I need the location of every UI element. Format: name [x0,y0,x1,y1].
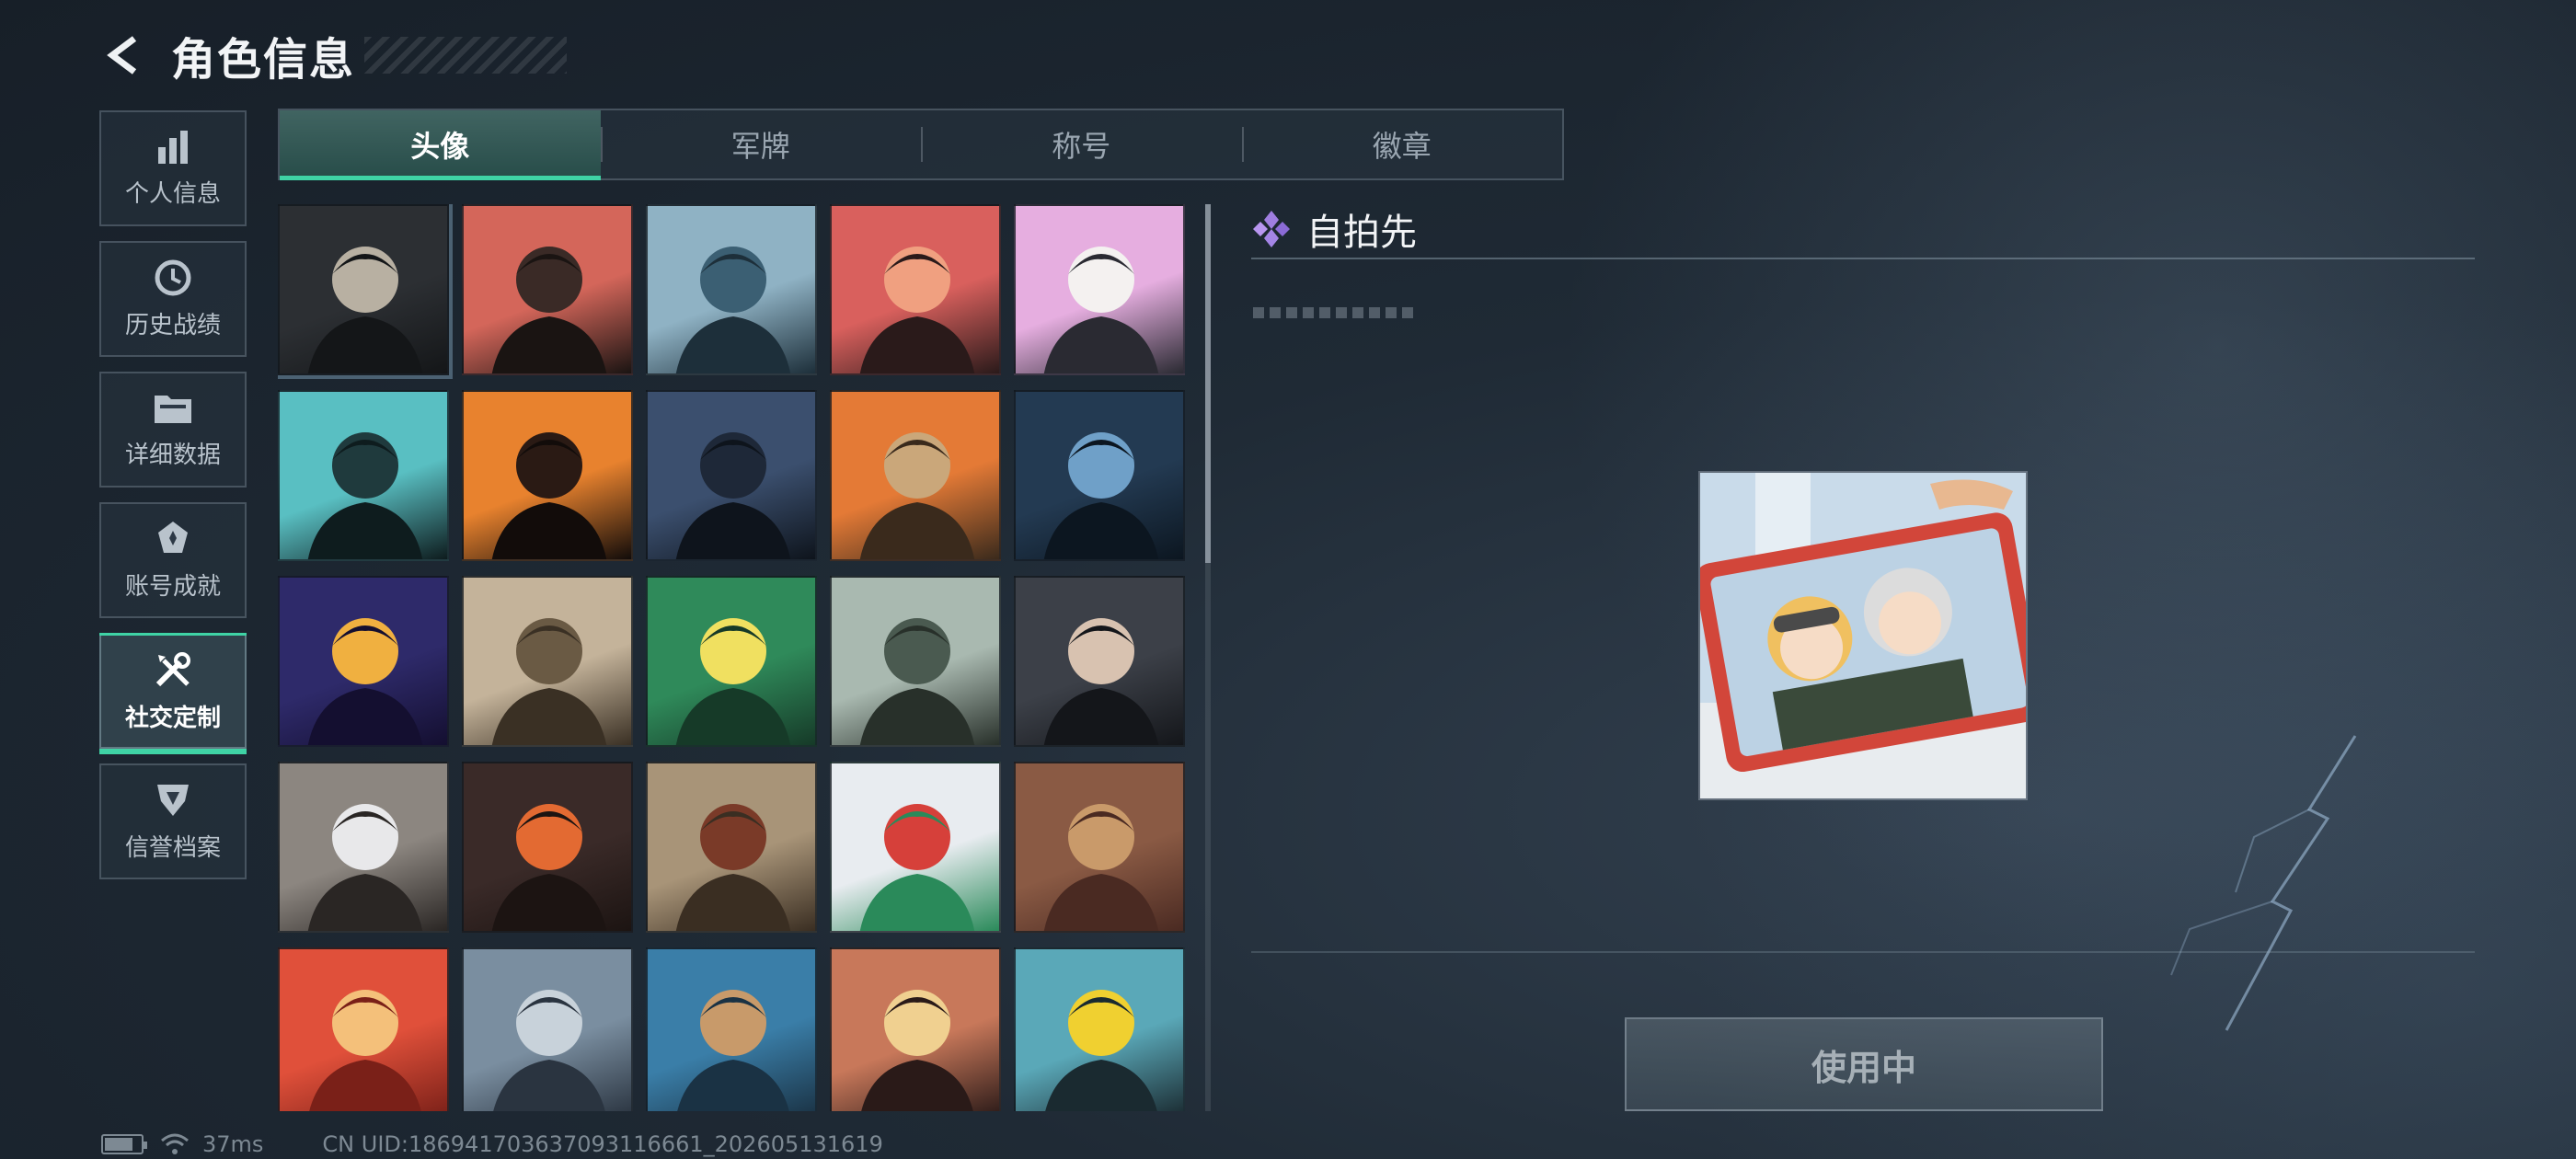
sidebar-item-label: 社交定制 [124,704,221,732]
avatar-art [491,618,607,745]
avatar-mountain-soldier[interactable] [462,947,633,1111]
avatar-grid-scrollbar[interactable] [1205,204,1211,1111]
avatar-pilot-woman[interactable] [646,204,817,375]
avatar-umbrella-figure[interactable] [278,204,453,379]
avatar-sniper-scope[interactable] [1014,390,1185,561]
title-stripe-decoration [364,37,568,74]
avatar-masked-orange[interactable] [462,390,633,561]
detail-header: 自拍先 [1251,201,2475,259]
back-arrow-icon [107,36,137,75]
avatar-art [491,432,607,559]
sidebar-item-achievements[interactable]: 账号成就 [99,502,247,618]
battery-icon [101,1134,147,1154]
avatar-scales-emblem[interactable] [1014,762,1185,933]
avatar-glove-hand[interactable] [278,762,449,933]
ping-value: 37ms [202,1131,264,1157]
tab-dog-tag[interactable]: 军牌 [600,110,922,178]
selected-avatar-name: 自拍先 [1306,212,1417,254]
back-button[interactable] [99,29,151,81]
avatar-art [307,804,423,931]
selfie-preview-art [1700,473,2026,798]
avatar-helicopter-field[interactable] [830,576,1001,747]
achievement-badge-icon [158,521,188,553]
sidebar-item-label: 信誉档案 [124,833,221,862]
sidebar-item-label: 历史战绩 [124,311,221,339]
avatar-art [1043,247,1159,373]
avatar-art [859,804,975,931]
sidebar-item-label: 个人信息 [124,179,221,208]
avatar-art [861,990,973,1111]
avatar-art [491,247,607,373]
avatar-art [307,432,423,559]
avatar-art [307,618,423,745]
avatar-art [675,618,791,745]
avatar-snowman-2025[interactable] [830,762,1001,933]
avatar-art [1043,432,1159,559]
avatar-exit-door[interactable] [646,576,817,747]
sidebar-item-personal-info[interactable]: 个人信息 [99,110,247,226]
avatar-art [677,990,789,1111]
avatar-feather[interactable] [462,762,633,933]
diamond-cluster-icon [1253,211,1290,247]
avatar-bearded-cap[interactable] [462,204,633,375]
avatar-blonde-girl[interactable] [830,947,1001,1111]
avatar-art [859,618,975,745]
page-title: 角色信息 [171,34,356,86]
scrollbar-thumb[interactable] [1205,204,1211,563]
avatar-art [1043,618,1159,745]
wrench-screwdriver-icon [155,651,190,686]
sidebar: 个人信息 历史战绩 详细数据 账号成就 社交定制 信誉档案 [99,110,247,894]
avatar-book-hand[interactable] [278,576,449,747]
avatar-art [493,990,605,1111]
history-clock-icon [155,259,191,295]
credit-shield-icon [157,784,189,816]
avatar-old-truck[interactable] [646,762,817,933]
avatar-goggles-man[interactable] [278,390,449,561]
detail-divider [1251,951,2475,953]
sidebar-item-history[interactable]: 历史战绩 [99,241,247,357]
player-uid: CN UID:1869417036370931166​61_2026051316… [322,1131,883,1157]
avatar-desert-soldiers[interactable] [462,576,633,747]
tab-badge[interactable]: 徽章 [1241,110,1563,178]
avatar-art [859,247,975,373]
tab-title[interactable]: 称号 [921,110,1242,178]
avatar-art [1045,990,1157,1111]
avatar-helmet-soldier[interactable] [830,204,1001,375]
avatar-soldier-night[interactable] [646,390,817,561]
battery-level-fill [105,1138,133,1151]
avatar-dark-hair-girl[interactable] [1014,576,1185,747]
avatar-art [307,247,423,373]
in-use-button[interactable]: 使用中 [1625,1017,2103,1111]
page-header: 角色信息 [99,18,568,92]
avatar-art [675,804,791,931]
bar-chart-icon [158,130,188,164]
folder-icon [155,395,191,423]
sidebar-item-label: 详细数据 [124,441,221,469]
sidebar-item-credit-record[interactable]: 信誉档案 [99,763,247,879]
avatar-alligator-sign[interactable] [1014,947,1185,1111]
tab-avatar[interactable]: 头像 [280,110,601,180]
avatar-art [309,990,421,1111]
avatar-grid-container [278,204,1196,1111]
avatar-heart-bowl[interactable] [278,947,449,1111]
detail-subtitle-placeholder [1253,307,1413,318]
sidebar-item-label: 账号成就 [124,572,221,601]
avatar-art [675,432,791,559]
status-bar: 37ms CN UID:1869417036370931166​61_20260… [101,1130,883,1159]
lightning-decoration [2170,735,2357,1031]
avatar-art [491,804,607,931]
avatar-art [675,247,791,373]
avatar-art [1043,804,1159,931]
selfie-avatar-preview [1698,471,2028,800]
wifi-icon [161,1133,189,1154]
avatar-plane-soldier[interactable] [830,390,1001,561]
sidebar-item-social-custom[interactable]: 社交定制 [99,633,247,754]
avatar-white-hair-girl[interactable] [1014,204,1185,375]
avatar-art [859,432,975,559]
sidebar-item-detailed-data[interactable]: 详细数据 [99,372,247,488]
avatar-thumbs-up[interactable] [646,947,817,1111]
avatar-grid [278,204,1196,1111]
category-tabs: 头像 军牌 称号 徽章 [278,109,1564,180]
